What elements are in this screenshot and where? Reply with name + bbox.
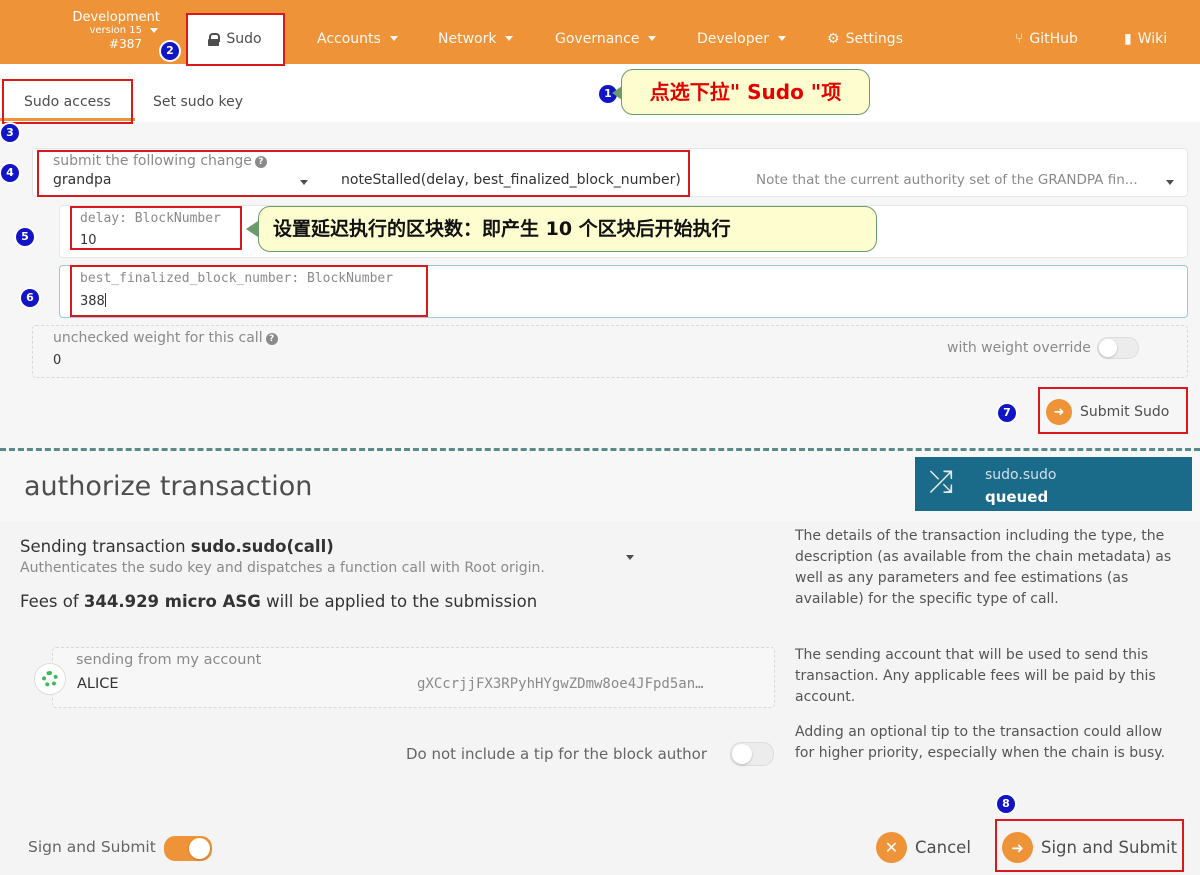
nav-item-sudo-label: Sudo [226,31,262,47]
submit-sudo-button[interactable]: ➜ Submit Sudo [1046,399,1169,425]
chevron-down-icon [778,36,787,41]
nav-item-settings[interactable]: ⚙ Settings [827,0,903,64]
tab-set-sudo-key[interactable]: Set sudo key [153,94,243,110]
weight-override-toggle[interactable] [1097,337,1139,359]
help-icon: ? [265,333,278,345]
sign-toggle-label: Sign and Submit [28,838,156,856]
active-tab-indicator [0,118,135,121]
step-badge-5: 5 [16,228,34,246]
gears-icon: ⚙ [827,31,840,47]
chevron-down-icon[interactable] [626,555,634,560]
nav-item-network-label: Network [438,31,497,47]
status-state: queued [985,488,1049,506]
sign-submit-toggle[interactable] [164,836,212,861]
method-select[interactable]: noteStalled(delay, best_finalized_block_… [341,172,681,188]
toggle-knob [1099,339,1117,357]
tip-toggle[interactable] [730,742,774,766]
delay-input[interactable]: 10 [80,233,97,248]
pallet-select[interactable]: grandpa [53,172,111,188]
call-selector[interactable]: submit the following change? grandpa not… [32,148,1188,197]
chevron-down-icon [505,36,514,41]
step-badge-7: 7 [998,404,1016,422]
chain-block-number: #387 [109,37,142,51]
lock-icon [208,32,221,46]
weight-override-label: with weight override [947,340,1091,356]
weight-box: unchecked weight for this call? 0 with w… [32,325,1188,378]
chevron-down-icon [648,36,657,41]
authorize-modal: authorize transaction ⤮ sudo.sudo queued… [0,451,1200,875]
book-icon: ▮ [1124,31,1132,47]
nav-item-github[interactable]: ⑂ GitHub [1015,0,1078,64]
callout-delay-explain: 设置延迟执行的区块数：即产生 10 个区块后开始执行 [258,206,877,252]
step-badge-3: 3 [1,124,19,142]
help-transaction-details: The details of the transaction including… [795,528,1172,607]
help-tip: Adding an optional tip to the transactio… [795,724,1166,761]
nav-item-governance-label: Governance [555,31,640,47]
status-call: sudo.sudo [985,467,1057,483]
tab-sudo-access[interactable]: Sudo access [24,94,111,110]
code-branch-icon: ⑂ [1015,31,1024,47]
sign-in-icon: ➜ [1046,399,1072,425]
step-badge-2: 2 [161,42,179,60]
help-sending-account: The sending account that will be used to… [795,647,1156,705]
account-name: ALICE [77,676,119,692]
step-badge-6: 6 [21,289,39,307]
tip-label: Do not include a tip for the block autho… [406,745,708,763]
nav-item-settings-label: Settings [845,31,903,47]
callout-pointer [612,86,622,100]
sign-and-submit-button[interactable]: ➜ Sign and Submit [1002,832,1177,863]
fees-line: Fees of 344.929 micro ASG will be applie… [20,592,538,611]
method-description: Note that the current authority set of t… [756,172,1138,188]
step-badge-4: 4 [1,164,19,182]
nav-item-developer-label: Developer [697,31,770,47]
chevron-down-icon [300,180,308,185]
modal-title: authorize transaction [24,471,313,502]
chevron-down-icon [1166,180,1174,185]
best-finalized-input[interactable]: 388 [80,293,106,309]
sending-transaction: Sending transaction sudo.sudo(call) [20,537,334,556]
chevron-down-icon [389,36,398,41]
callout-select-sudo: 点选下拉" Sudo "项 [621,69,870,115]
submit-change-label: submit the following change? [53,153,267,169]
chain-name: Development [72,10,160,25]
step-badge-8: 8 [997,795,1015,813]
delay-label: delay: BlockNumber [80,211,221,226]
shuffle-icon: ⤮ [929,465,953,500]
nav-item-github-label: GitHub [1029,31,1078,47]
toggle-knob [189,838,210,859]
nav-item-sudo[interactable]: Sudo [186,13,284,65]
weight-value: 0 [53,353,62,368]
weight-label: unchecked weight for this call? [53,330,278,346]
toggle-knob [732,744,752,764]
help-icon: ? [254,156,267,168]
status-card: ⤮ sudo.sudo queued [915,457,1192,511]
callout-pointer [246,221,258,237]
cancel-label: Cancel [915,838,971,857]
avatar [34,663,66,695]
submit-sudo-label: Submit Sudo [1080,404,1170,420]
nav-item-wiki-label: Wiki [1137,31,1168,47]
nav-item-accounts-label: Accounts [317,31,381,47]
chain-selector[interactable]: Development version 15 #387 [40,10,160,51]
sending-description: Authenticates the sudo key and dispatche… [20,560,545,576]
nav-item-developer[interactable]: Developer [697,0,787,64]
nav-item-governance[interactable]: Governance [555,0,657,64]
best-finalized-label: best_finalized_block_number: BlockNumber [80,271,394,286]
nav-item-wiki[interactable]: ▮ Wiki [1124,0,1167,64]
identicon [42,671,58,687]
best-finalized-param: best_finalized_block_number: BlockNumber… [59,265,1188,318]
account-address: gXCcrjjFX3RPyhHYgwZDmw8oe4JFpd5an… [417,676,704,692]
from-label: sending from my account [76,652,262,668]
nav-item-accounts[interactable]: Accounts [317,0,398,64]
sign-and-submit-label: Sign and Submit [1041,838,1178,857]
nav-item-network[interactable]: Network [438,0,514,64]
sign-in-icon: ➜ [1002,832,1033,863]
chevron-down-icon [150,28,158,33]
close-icon: ✕ [876,832,907,863]
chain-version: version 15 [89,25,142,36]
cancel-button[interactable]: ✕ Cancel [876,832,971,863]
top-nav: Development version 15 #387 Sudo Account… [0,0,1200,65]
